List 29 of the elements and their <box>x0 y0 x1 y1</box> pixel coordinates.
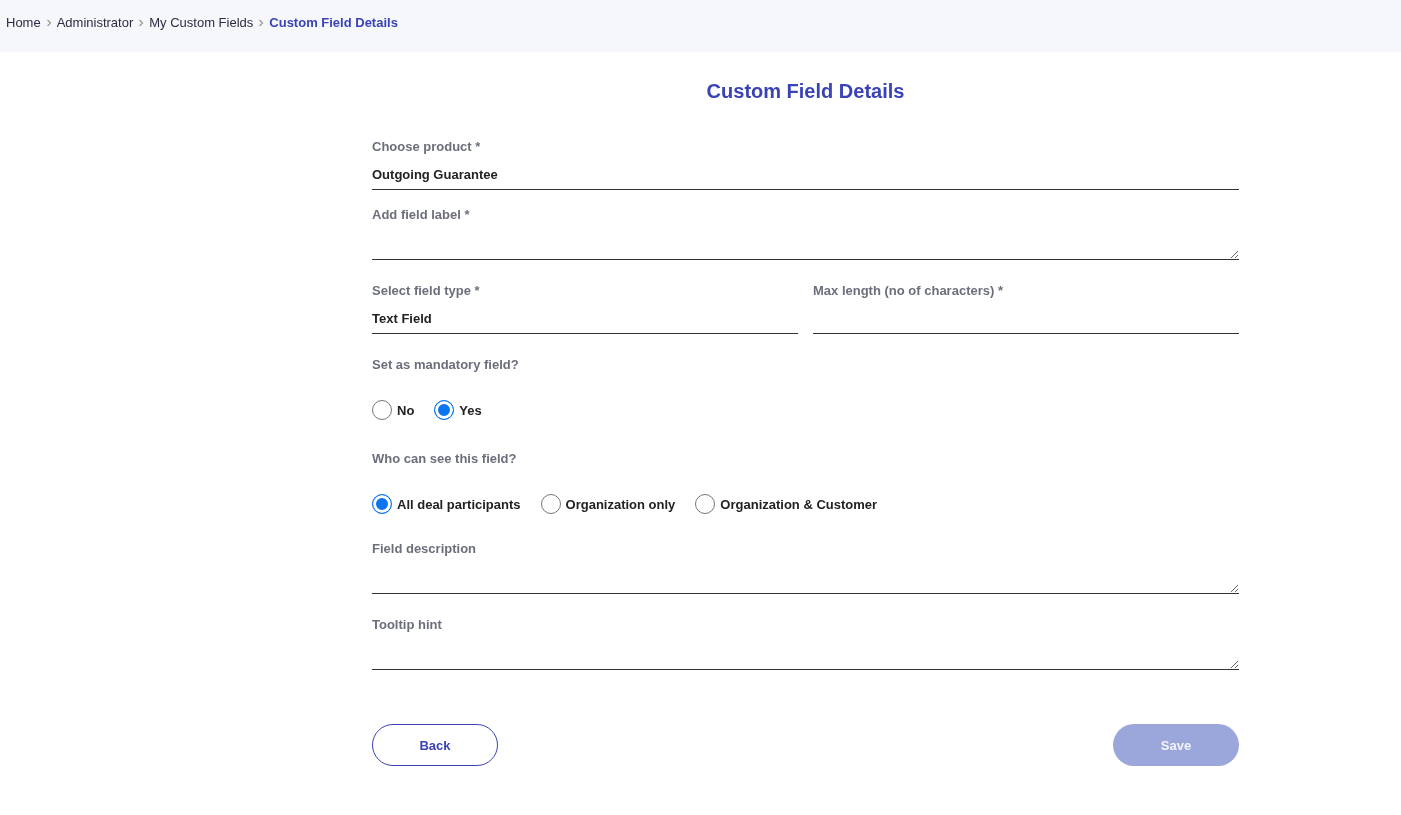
chevron-icon <box>45 18 52 27</box>
radio-button[interactable] <box>372 400 392 420</box>
breadcrumb-current: Custom Field Details <box>269 15 398 30</box>
radio-button[interactable] <box>372 494 392 514</box>
field-label: Add field label * <box>372 206 471 224</box>
radio-label[interactable]: Organization only <box>565 496 676 512</box>
radio-label[interactable]: Organization & Customer <box>720 496 878 512</box>
breadcrumb-link[interactable]: Home <box>6 15 41 30</box>
radio-label[interactable]: All deal participants <box>397 496 521 512</box>
input-field[interactable]: Outgoing Guarantee <box>372 160 1239 190</box>
radio-button[interactable] <box>540 494 561 514</box>
field-label: Max length (no of characters) * <box>813 282 1004 300</box>
breadcrumb-link[interactable]: My Custom Fields <box>149 15 254 30</box>
breadcrumb-link[interactable]: Administrator <box>56 15 134 30</box>
field-label: Tooltip hint <box>372 616 443 634</box>
question-label: Who can see this field? <box>372 450 518 468</box>
input-field[interactable]: Text Field <box>372 304 798 334</box>
radio-button[interactable] <box>695 494 716 514</box>
radio-label[interactable]: No <box>397 402 415 418</box>
question-label: Set as mandatory field? <box>372 356 520 374</box>
radio-button[interactable] <box>434 400 455 420</box>
page-title: Custom Field Details <box>705 79 906 104</box>
field-label: Choose product * <box>372 138 482 156</box>
chevron-icon <box>258 18 265 27</box>
field-label: Select field type * <box>372 282 481 300</box>
back-button[interactable]: Back <box>372 724 498 766</box>
radio-label[interactable]: Yes <box>459 402 482 418</box>
chevron-icon <box>138 18 145 27</box>
field-label: Field description <box>372 540 477 558</box>
